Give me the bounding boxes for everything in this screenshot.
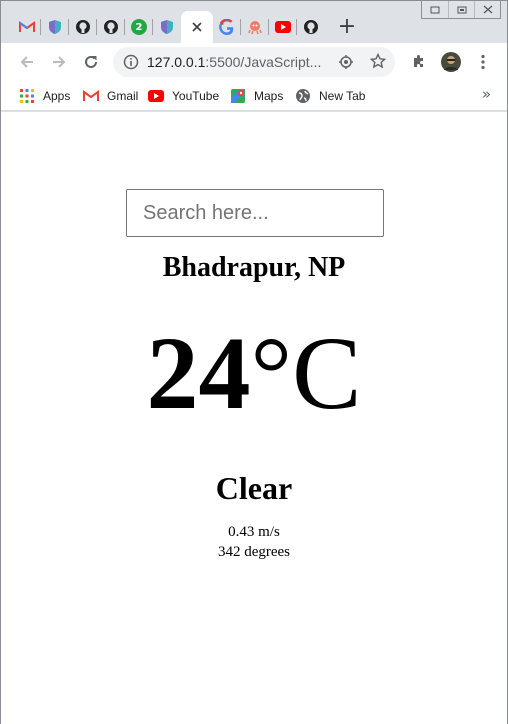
google-icon bbox=[219, 19, 235, 35]
restore-icon bbox=[457, 6, 466, 13]
gmail-icon bbox=[19, 19, 35, 35]
gmail-icon bbox=[83, 88, 99, 104]
bookmarks-overflow-button[interactable]: » bbox=[482, 85, 491, 103]
wind-speed: 0.43 m/s bbox=[228, 524, 280, 540]
address-bar[interactable]: 127.0.0.1:5500/JavaScript... bbox=[113, 47, 395, 77]
badge-icon: 2 bbox=[131, 19, 147, 35]
weather-condition: Clear bbox=[215, 470, 293, 506]
tab-github-1[interactable] bbox=[69, 11, 97, 43]
minimize-button[interactable] bbox=[422, 1, 448, 18]
maximize-button[interactable] bbox=[448, 1, 474, 18]
kebab-menu-icon bbox=[481, 54, 485, 70]
youtube-icon bbox=[148, 88, 164, 104]
location-icon[interactable] bbox=[338, 54, 354, 74]
browser-window: 2 + 127.0.0.1:5500/JavaScript... Apps Gm… bbox=[0, 0, 508, 724]
bookmark-label: New Tab bbox=[319, 89, 366, 103]
bookmark-new-tab[interactable]: New Tab bbox=[295, 87, 365, 105]
bookmark-apps[interactable]: Apps bbox=[19, 87, 70, 105]
tab-youtube[interactable] bbox=[269, 11, 297, 43]
bookmark-youtube[interactable]: YouTube bbox=[148, 87, 219, 105]
tab-google[interactable] bbox=[213, 11, 241, 43]
temperature-unit: °C bbox=[250, 316, 362, 431]
shield-icon bbox=[159, 19, 175, 35]
forward-button[interactable] bbox=[49, 52, 69, 72]
tab-shield[interactable] bbox=[41, 11, 69, 43]
puzzle-icon bbox=[414, 55, 423, 67]
search-input[interactable] bbox=[126, 189, 384, 237]
plus-icon: + bbox=[337, 14, 357, 39]
bookmark-label: Maps bbox=[254, 89, 284, 103]
back-arrow-icon bbox=[20, 56, 33, 68]
wind-direction: 342 degrees bbox=[217, 544, 291, 560]
close-icon[interactable] bbox=[189, 19, 205, 35]
menu-button[interactable] bbox=[473, 52, 493, 72]
city-name: Bhadrapur, NP bbox=[162, 252, 346, 283]
back-button[interactable] bbox=[17, 52, 37, 72]
shield-icon bbox=[47, 19, 63, 35]
tab-octopus[interactable] bbox=[241, 11, 269, 43]
globe-icon bbox=[295, 88, 311, 104]
bookmark-star-icon[interactable] bbox=[369, 52, 387, 73]
new-tab-button[interactable]: + bbox=[335, 15, 359, 39]
tab-badge[interactable]: 2 bbox=[125, 11, 153, 43]
browser-toolbar: 127.0.0.1:5500/JavaScript... bbox=[1, 43, 507, 81]
temperature-display: 24°C bbox=[1, 322, 507, 426]
tab-gmail[interactable] bbox=[13, 11, 41, 43]
minimize-icon bbox=[430, 6, 440, 13]
forward-arrow-icon bbox=[53, 56, 66, 68]
wind-info: 0.43 m/s 342 degrees bbox=[1, 522, 507, 562]
window-controls bbox=[421, 1, 501, 19]
bookmark-label: YouTube bbox=[172, 89, 220, 103]
tab-strip: 2 + bbox=[1, 1, 507, 43]
bookmark-label: Apps bbox=[43, 89, 71, 103]
reload-button[interactable] bbox=[81, 52, 101, 72]
octopus-icon bbox=[247, 19, 263, 35]
extensions-button[interactable] bbox=[409, 52, 429, 72]
maps-icon bbox=[230, 88, 246, 104]
info-icon[interactable] bbox=[123, 54, 139, 74]
bookmark-maps[interactable]: Maps bbox=[230, 87, 283, 105]
temperature-value: 24 bbox=[146, 316, 251, 431]
avatar-icon bbox=[441, 52, 461, 72]
github-icon bbox=[103, 19, 119, 35]
weather-page: Bhadrapur, NP 24°C Clear 0.43 m/s 342 de… bbox=[1, 112, 507, 724]
tab-active[interactable] bbox=[181, 11, 213, 43]
close-icon bbox=[483, 5, 492, 14]
bookmarks-bar: Apps Gmail YouTube Maps New Tab » bbox=[1, 81, 507, 111]
github-icon bbox=[303, 19, 319, 35]
tab-github-3[interactable] bbox=[297, 11, 325, 43]
close-window-button[interactable] bbox=[474, 1, 500, 18]
apps-grid-icon bbox=[19, 88, 35, 104]
tab-github-2[interactable] bbox=[97, 11, 125, 43]
youtube-icon bbox=[275, 19, 291, 35]
github-icon bbox=[75, 19, 91, 35]
reload-icon bbox=[85, 55, 97, 68]
profile-avatar[interactable] bbox=[441, 52, 461, 72]
bookmark-gmail[interactable]: Gmail bbox=[83, 87, 138, 105]
tab-shield-2[interactable] bbox=[153, 11, 181, 43]
bookmark-label: Gmail bbox=[107, 89, 139, 103]
url-text: 127.0.0.1:5500/JavaScript... bbox=[147, 54, 322, 70]
